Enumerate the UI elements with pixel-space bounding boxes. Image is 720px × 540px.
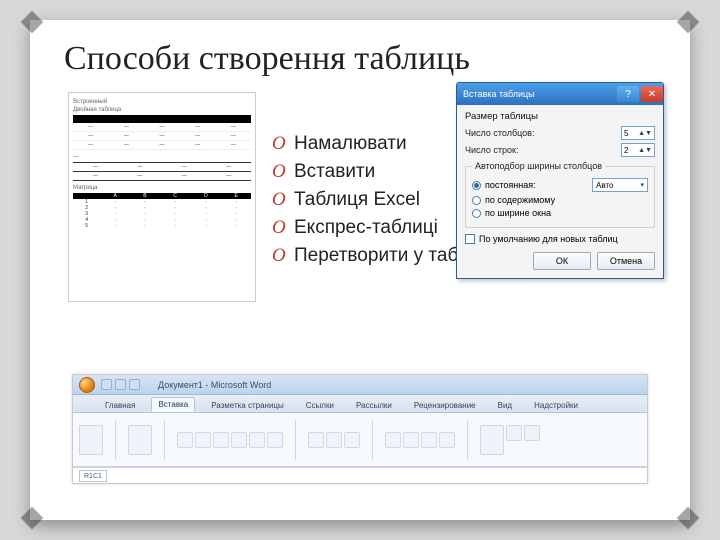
word-ribbon-screenshot: Документ1 - Microsoft Word Главная Встав…: [72, 374, 648, 484]
qat-item[interactable]: [129, 379, 140, 390]
slide: Способи створення таблиць Встроенный Дво…: [30, 20, 690, 520]
ribbon-tool[interactable]: [480, 425, 504, 455]
radio-fixed[interactable]: [472, 181, 481, 190]
spinner-arrows-icon: ▲▼: [638, 148, 652, 153]
separator: [295, 420, 296, 460]
cancel-label: Отмена: [610, 256, 642, 266]
tab-addins[interactable]: Надстройки: [528, 399, 584, 412]
separator: [372, 420, 373, 460]
separator: [115, 420, 116, 460]
spinner-arrows-icon: ▲▼: [638, 131, 652, 136]
radio-content[interactable]: [472, 196, 481, 205]
rows-spinner[interactable]: 2 ▲▼: [621, 143, 655, 157]
bullet-marker: O: [272, 244, 294, 268]
help-button[interactable]: ?: [617, 86, 639, 102]
ribbon-tool[interactable]: [231, 432, 247, 448]
fixed-width-combo[interactable]: Авто ▾: [592, 178, 648, 192]
ok-label: ОК: [556, 256, 568, 266]
radio-fixed-label: постоянная:: [485, 180, 536, 190]
gallery-section-label: —: [73, 154, 251, 160]
ribbon-tool[interactable]: [403, 432, 419, 448]
separator: [467, 420, 468, 460]
word-titlebar: Документ1 - Microsoft Word: [73, 375, 647, 395]
group-title: Размер таблицы: [465, 111, 655, 122]
bullet-text: Експрес-таблиці: [294, 216, 438, 240]
slide-card: Способи створення таблиць Встроенный Дво…: [30, 20, 690, 520]
bullet-marker: O: [272, 188, 294, 212]
bullet-text: Таблиця Excel: [294, 188, 420, 212]
chevron-down-icon: ▾: [640, 181, 644, 189]
close-button[interactable]: ✕: [641, 86, 663, 102]
slide-content: Встроенный Двойная таблица ————— ————— —…: [64, 86, 656, 496]
ok-button[interactable]: ОК: [533, 252, 591, 270]
cols-spinner[interactable]: 5 ▲▼: [621, 126, 655, 140]
ribbon-tool[interactable]: [195, 432, 211, 448]
radio-window-label: по ширине окна: [485, 208, 551, 218]
autofit-legend: Автоподбор ширины столбцов: [472, 161, 605, 171]
gallery-sample-table: ———— ————: [73, 162, 251, 181]
ribbon-tool[interactable]: [177, 432, 193, 448]
dialog-body: Размер таблицы Число столбцов: 5 ▲▼ Числ…: [457, 105, 663, 278]
ribbon-groups: [73, 413, 647, 467]
ribbon-tool[interactable]: [506, 425, 522, 441]
separator: [164, 420, 165, 460]
ribbon-tool[interactable]: [326, 432, 342, 448]
quick-access-toolbar: [101, 379, 140, 390]
dialog-title: Вставка таблицы: [463, 89, 535, 99]
cols-value: 5: [624, 129, 628, 138]
ribbon-tool[interactable]: [249, 432, 265, 448]
qat-item[interactable]: [115, 379, 126, 390]
bullet-marker: O: [272, 216, 294, 240]
tab-home[interactable]: Главная: [99, 399, 141, 412]
tab-references[interactable]: Ссылки: [300, 399, 340, 412]
help-icon: ?: [625, 89, 631, 100]
cancel-button[interactable]: Отмена: [597, 252, 655, 270]
tab-view[interactable]: Вид: [492, 399, 518, 412]
ribbon-tabs: Главная Вставка Разметка страницы Ссылки…: [73, 395, 647, 413]
tab-mailings[interactable]: Рассылки: [350, 399, 398, 412]
radio-window[interactable]: [472, 209, 481, 218]
tab-page-layout[interactable]: Разметка страницы: [205, 399, 290, 412]
ribbon-tool[interactable]: [128, 425, 152, 455]
ribbon-tool[interactable]: [344, 432, 360, 448]
qat-item[interactable]: [101, 379, 112, 390]
rows-value: 2: [624, 146, 628, 155]
ribbon-tool[interactable]: [213, 432, 229, 448]
ribbon-tool[interactable]: [524, 425, 540, 441]
remember-checkbox[interactable]: [465, 234, 475, 244]
tab-review[interactable]: Рецензирование: [408, 399, 482, 412]
bullet-marker: O: [272, 132, 294, 156]
gallery-section-label: Двойная таблица: [73, 107, 251, 113]
word-doc-title: Документ1 - Microsoft Word: [158, 380, 271, 390]
ribbon-tool[interactable]: [79, 425, 103, 455]
tab-insert[interactable]: Вставка: [151, 397, 195, 412]
close-icon: ✕: [648, 89, 656, 100]
gallery-section-label: Матрица: [73, 185, 251, 191]
ribbon-tool[interactable]: [308, 432, 324, 448]
remember-label: По умолчанию для новых таблиц: [479, 234, 618, 244]
fixed-width-value: Авто: [596, 181, 613, 190]
ribbon-tool[interactable]: [439, 432, 455, 448]
dialog-titlebar[interactable]: Вставка таблицы ? ✕: [457, 83, 663, 105]
name-box-row: R1C1: [73, 467, 647, 483]
radio-content-label: по содержимому: [485, 195, 555, 205]
insert-table-dialog: Вставка таблицы ? ✕ Размер таблицы Число…: [456, 82, 664, 279]
bullet-text: Вставити: [294, 160, 375, 184]
gallery-sample-table: ————— ————— —————: [73, 115, 251, 150]
autofit-group: Автоподбор ширины столбцов постоянная: А…: [465, 161, 655, 228]
cols-label: Число столбцов:: [465, 128, 617, 138]
quick-tables-gallery: Встроенный Двойная таблица ————— ————— —…: [68, 92, 256, 302]
office-button-icon[interactable]: [79, 377, 95, 393]
slide-title: Способи створення таблиць: [64, 40, 656, 78]
bullet-marker: O: [272, 160, 294, 184]
name-box[interactable]: R1C1: [79, 470, 107, 482]
rows-label: Число строк:: [465, 145, 617, 155]
ribbon-tool[interactable]: [421, 432, 437, 448]
ribbon-tool[interactable]: [385, 432, 401, 448]
ribbon-tool[interactable]: [267, 432, 283, 448]
gallery-sample-matrix: ABCDE 1····· 2····· 3····· 4····· 5·····: [73, 193, 251, 229]
bullet-text: Намалювати: [294, 132, 407, 156]
gallery-section-label: Встроенный: [73, 99, 251, 105]
